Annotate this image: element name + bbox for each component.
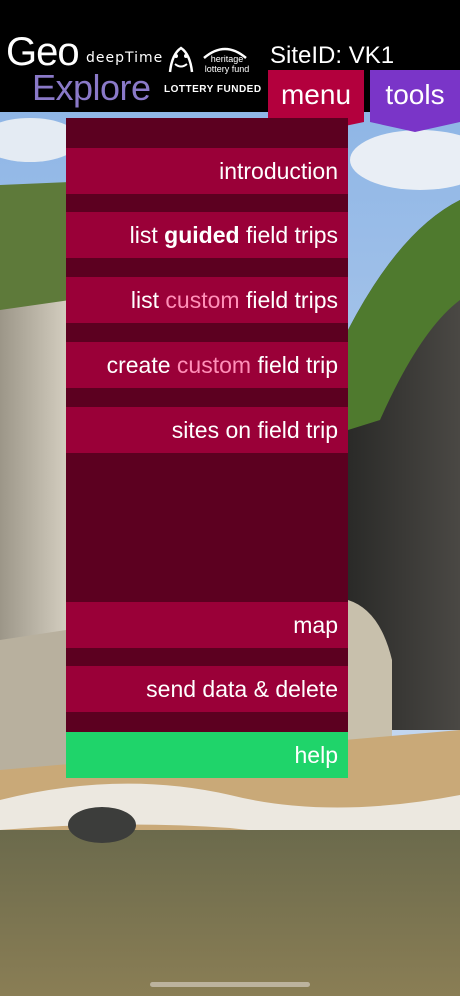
menu-item-label-post: field trips bbox=[239, 222, 338, 248]
menu-item-label: help bbox=[294, 742, 338, 768]
menu-item-label-highlight: custom bbox=[176, 352, 252, 378]
menu-item-label: sites on field trip bbox=[171, 417, 338, 443]
menu-item-label-pre: create bbox=[106, 352, 177, 378]
menu-item-help[interactable]: help bbox=[66, 732, 348, 778]
menu-item-label-post: field trip bbox=[251, 352, 338, 378]
home-indicator[interactable] bbox=[150, 982, 310, 987]
tab-tools[interactable]: tools bbox=[370, 70, 460, 132]
logo-geo-text: Geo bbox=[6, 30, 80, 74]
heritage-line2: lottery fund bbox=[204, 64, 250, 74]
menu-item-list-custom-field-trips[interactable]: list custom field trips bbox=[66, 277, 348, 323]
menu-item-create-custom-field-trip[interactable]: create custom field trip bbox=[66, 342, 348, 388]
menu-item-label-highlight: guided bbox=[164, 222, 240, 248]
main-menu-panel: introduction list guided field trips lis… bbox=[66, 118, 348, 738]
menu-item-map[interactable]: map bbox=[66, 602, 348, 648]
menu-item-label-pre: list bbox=[129, 222, 165, 248]
menu-item-send-data-delete[interactable]: send data & delete bbox=[66, 666, 348, 712]
menu-item-label-highlight: custom bbox=[165, 287, 240, 313]
national-lottery-logo-icon bbox=[168, 46, 194, 73]
heritage-line1: heritage bbox=[210, 54, 244, 64]
menu-item-label: map bbox=[293, 612, 338, 638]
status-bar bbox=[0, 0, 460, 34]
logo-deeptime-text: deepTime bbox=[86, 50, 164, 66]
menu-item-introduction[interactable]: introduction bbox=[66, 148, 348, 194]
tab-menu[interactable]: menu bbox=[268, 70, 364, 132]
menu-item-label: introduction bbox=[219, 158, 338, 184]
app-header: Geo deepTime Explore heritage lottery fu… bbox=[0, 0, 460, 132]
menu-item-list-guided-field-trips[interactable]: list guided field trips bbox=[66, 212, 348, 258]
menu-item-label: send data & delete bbox=[146, 676, 338, 702]
lottery-funded-label: LOTTERY FUNDED bbox=[164, 84, 262, 95]
logo-explore-text: Explore bbox=[32, 67, 151, 108]
menu-item-sites-on-field-trip[interactable]: sites on field trip bbox=[66, 407, 348, 453]
site-id-label: SiteID: VK1 bbox=[270, 42, 395, 69]
heritage-fund-text: heritage lottery fund bbox=[202, 54, 252, 74]
menu-item-label-pre: list bbox=[130, 287, 166, 313]
menu-item-label-post: field trips bbox=[239, 287, 338, 313]
